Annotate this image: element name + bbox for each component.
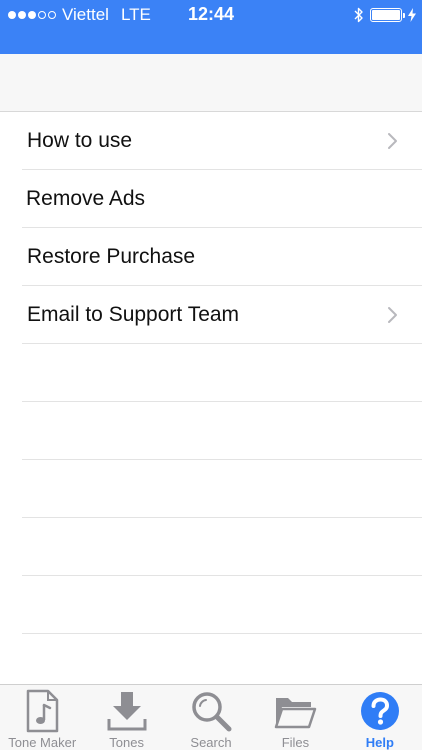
row-label: How to use [27, 128, 133, 152]
tab-files[interactable]: Files [253, 685, 337, 750]
tab-tone-maker[interactable]: Tone Maker [0, 685, 84, 750]
music-file-icon [26, 689, 59, 733]
charging-icon [408, 8, 416, 22]
row-label: Email to Support Team [27, 302, 240, 326]
tab-label: Tones [109, 735, 144, 750]
empty-row [22, 402, 422, 460]
download-icon [107, 692, 147, 731]
chevron-right-icon [388, 306, 397, 323]
bluetooth-icon [354, 7, 363, 23]
status-bar: Viettel LTE 12:44 [0, 0, 422, 54]
row-label: Remove Ads [26, 186, 146, 210]
tab-label: Tone Maker [8, 735, 77, 750]
tab-help[interactable]: Help [338, 685, 422, 750]
tab-label: Help [365, 735, 394, 750]
how-to-use-row[interactable]: How to use [22, 112, 422, 170]
empty-row [22, 344, 422, 402]
tab-label: Search [190, 735, 232, 750]
search-icon [192, 692, 232, 732]
folder-icon [275, 698, 317, 729]
row-label: Restore Purchase [27, 244, 196, 268]
tab-label: Files [281, 735, 310, 750]
navigation-bar [0, 54, 422, 112]
empty-row [22, 460, 422, 518]
restore-purchase-row[interactable]: Restore Purchase [22, 228, 422, 286]
tab-tones[interactable]: Tones [84, 685, 168, 750]
empty-row [22, 518, 422, 576]
status-right [354, 5, 416, 25]
remove-ads-row[interactable]: Remove Ads [22, 170, 422, 228]
battery-icon [370, 8, 405, 22]
tab-search[interactable]: Search [169, 685, 253, 750]
tab-bar: Tone Maker Tones Search Files Help [0, 684, 422, 750]
chevron-right-icon [388, 132, 397, 149]
email-support-row[interactable]: Email to Support Team [22, 286, 422, 344]
help-menu-list: How to use Remove Ads Restore Purchase E… [0, 112, 422, 634]
empty-row [22, 576, 422, 634]
help-icon [360, 692, 399, 730]
